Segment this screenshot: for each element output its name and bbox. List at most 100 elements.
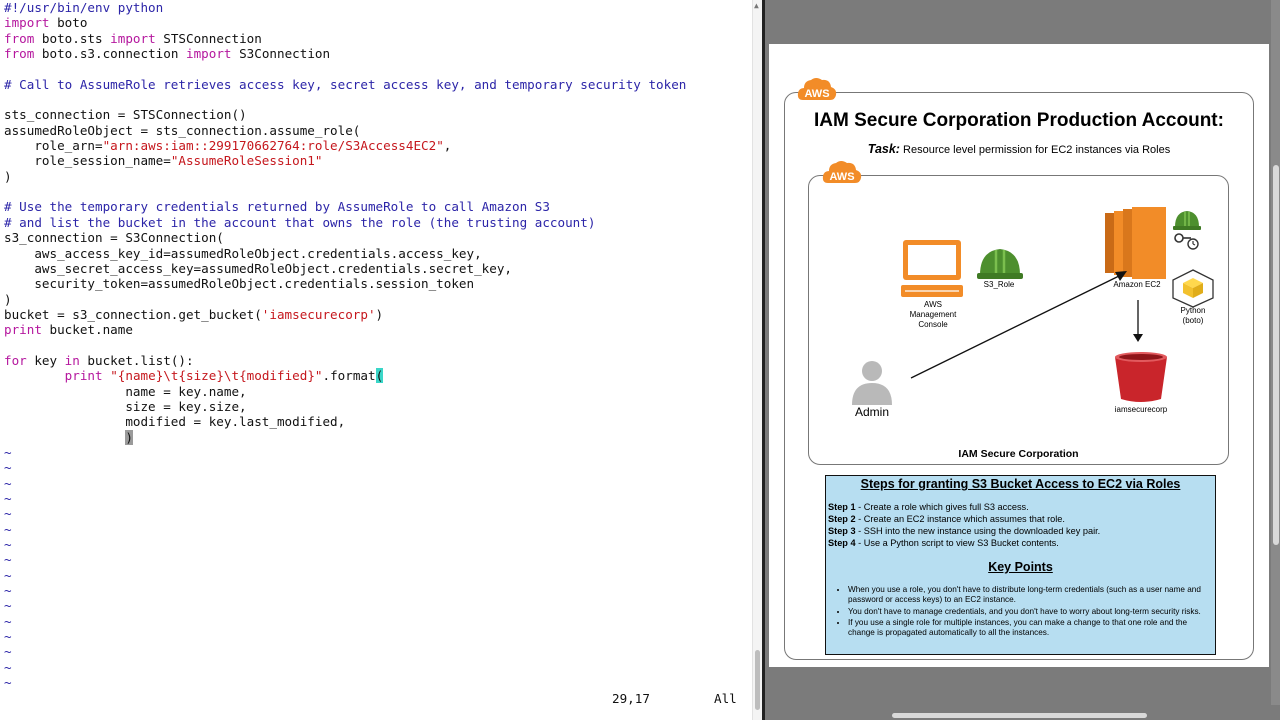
- code-line[interactable]: # Call to AssumeRole retrieves access ke…: [4, 77, 686, 92]
- step-label: Step 2: [828, 514, 856, 524]
- code-line[interactable]: import boto: [4, 15, 686, 30]
- viewer-vertical-thumb[interactable]: [1273, 165, 1279, 545]
- code-line[interactable]: ): [4, 429, 686, 445]
- code-line[interactable]: ): [4, 169, 686, 184]
- editor-scrollbar[interactable]: ▲: [752, 0, 762, 720]
- code-line[interactable]: for key in bucket.list():: [4, 353, 686, 368]
- code-line[interactable]: name = key.name,: [4, 384, 686, 399]
- code-token: role_arn=: [4, 138, 103, 154]
- step-text: - Use a Python script to view S3 Bucket …: [855, 538, 1059, 548]
- empty-line-tilde: ~: [4, 444, 12, 460]
- code-token: size = key.size,: [4, 398, 247, 414]
- code-token: ": [110, 368, 118, 384]
- code-token: ): [375, 306, 384, 322]
- empty-line-tilde: ~: [4, 537, 12, 553]
- scroll-indicator: All: [714, 691, 737, 706]
- code-token: S3Connection: [231, 46, 331, 62]
- cursor-position: 29,17: [612, 691, 650, 706]
- task-label: Task:: [867, 142, 900, 156]
- task-line: Task: Resource level permission for EC2 …: [769, 142, 1269, 156]
- empty-line-tilde: ~: [4, 629, 12, 645]
- code-token: security_token=assumedRoleObject.credent…: [4, 276, 475, 292]
- empty-line-tilde: ~: [4, 598, 12, 614]
- code-line[interactable]: aws_secret_access_key=assumedRoleObject.…: [4, 261, 686, 276]
- empty-line-tilde: ~: [4, 460, 12, 476]
- code-line[interactable]: assumedRoleObject = sts_connection.assum…: [4, 123, 686, 138]
- key-points-list: When you use a role, you don't have to d…: [848, 585, 1208, 639]
- code-buffer[interactable]: #!/usr/bin/env python import boto from bot…: [4, 0, 686, 690]
- empty-line-tilde: ~: [4, 659, 12, 675]
- code-token: for: [4, 352, 27, 368]
- steps-box: Steps for granting S3 Bucket Access to E…: [825, 475, 1216, 655]
- viewer-horizontal-thumb[interactable]: [892, 713, 1147, 718]
- step-item: Step 2 - Create an EC2 instance which as…: [828, 514, 1065, 524]
- step-item: Step 1 - Create a role which gives full …: [828, 502, 1029, 512]
- code-line[interactable]: print bucket.name: [4, 322, 686, 337]
- code-token: bucket.list():: [79, 352, 194, 368]
- code-line[interactable]: bucket = s3_connection.get_bucket('iamse…: [4, 307, 686, 322]
- arrow-icon: [910, 271, 1127, 379]
- scroll-up-icon[interactable]: ▲: [754, 1, 759, 10]
- code-token: sts_connection = STSConnection(): [4, 107, 247, 123]
- steps-title: Steps for granting S3 Bucket Access to E…: [860, 477, 1181, 491]
- code-token: ): [4, 291, 12, 307]
- code-line[interactable]: from boto.sts import STSConnection: [4, 31, 686, 46]
- code-line[interactable]: security_token=assumedRoleObject.credent…: [4, 276, 686, 291]
- code-line[interactable]: [4, 184, 686, 199]
- empty-line-tilde: ~: [4, 583, 12, 599]
- code-line[interactable]: # and list the bucket in the account tha…: [4, 215, 686, 230]
- code-line[interactable]: print "{name}\t{size}\t{modified}".forma…: [4, 368, 686, 384]
- step-item: Step 4 - Use a Python script to view S3 …: [828, 538, 1059, 548]
- code-token: import: [110, 30, 156, 46]
- code-line[interactable]: #!/usr/bin/env python: [4, 0, 686, 15]
- code-line[interactable]: [4, 338, 686, 353]
- code-line[interactable]: # Use the temporary credentials returned…: [4, 199, 686, 214]
- code-token: "AssumeRoleSession1": [170, 153, 323, 169]
- code-line[interactable]: ): [4, 292, 686, 307]
- empty-line-tilde: ~: [4, 552, 12, 568]
- vim-editor[interactable]: #!/usr/bin/env python import boto from bot…: [0, 0, 752, 720]
- step-text: - SSH into the new instance using the do…: [855, 526, 1101, 536]
- code-line[interactable]: role_session_name="AssumeRoleSession1": [4, 153, 686, 168]
- viewer-vertical-scrollbar[interactable]: [1271, 0, 1280, 705]
- code-line[interactable]: modified = key.last_modified,: [4, 414, 686, 429]
- editor-scroll-thumb[interactable]: [755, 650, 760, 710]
- step-text: - Create an EC2 instance which assumes t…: [855, 514, 1065, 524]
- arrow-icon: [1133, 300, 1143, 342]
- code-token: modified = key.last_modified,: [4, 414, 346, 430]
- code-token: key: [26, 352, 65, 368]
- key-point: When you use a role, you don't have to d…: [848, 585, 1208, 606]
- aws-cloud-icon: AWS: [822, 161, 862, 183]
- empty-line-tilde: ~: [4, 475, 12, 491]
- code-token: boto.sts: [34, 30, 111, 46]
- code-token: .format: [322, 368, 376, 384]
- step-label: Step 4: [828, 538, 856, 548]
- code-token: # Call to AssumeRole retrieves access ke…: [4, 76, 687, 92]
- code-line[interactable]: [4, 61, 686, 76]
- key-icon: [1174, 233, 1199, 250]
- step-text: - Create a role which gives full S3 acce…: [855, 502, 1029, 512]
- empty-line-tilde: ~: [4, 506, 12, 522]
- code-line[interactable]: sts_connection = STSConnection(): [4, 107, 686, 122]
- code-line[interactable]: from boto.s3.connection import S3Connect…: [4, 46, 686, 61]
- code-token: in: [64, 352, 80, 368]
- empty-line-tilde: ~: [4, 491, 12, 506]
- code-line[interactable]: role_arn="arn:aws:iam::299170662764:role…: [4, 138, 686, 153]
- aws-cloud-icon: AWS: [797, 78, 837, 100]
- bucket-label: iamsecurecorp: [1114, 405, 1168, 414]
- code-line[interactable]: size = key.size,: [4, 399, 686, 414]
- key-point: You don't have to manage credentials, an…: [848, 607, 1208, 617]
- slide-title: IAM Secure Corporation Production Accoun…: [814, 110, 1224, 131]
- code-token: # Use the temporary credentials returned…: [4, 199, 550, 215]
- image-viewer[interactable]: AWS IAM Secure Corporation Production Ac…: [765, 0, 1280, 720]
- matching-paren: ): [125, 429, 133, 445]
- code-token: bucket = s3_connection.get_bucket(: [4, 306, 262, 322]
- code-line[interactable]: [4, 92, 686, 107]
- code-token: from: [4, 30, 35, 46]
- code-line[interactable]: s3_connection = S3Connection(: [4, 230, 686, 245]
- code-line[interactable]: aws_access_key_id=assumedRoleObject.cred…: [4, 246, 686, 261]
- code-token: {name}\t{size}\t{modified}: [117, 368, 315, 384]
- code-token: print: [64, 368, 103, 384]
- step-label: Step 3: [828, 526, 856, 536]
